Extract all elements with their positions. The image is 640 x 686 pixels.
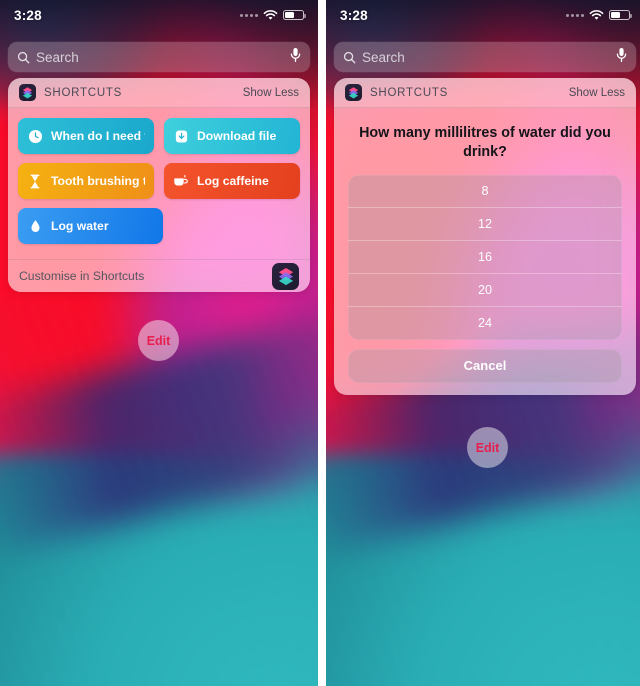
- shortcuts-app-icon: [345, 84, 362, 101]
- tile-row: Tooth brushing ti... Log caffeine: [18, 163, 300, 199]
- clock-icon: [27, 128, 43, 144]
- microphone-icon[interactable]: [290, 47, 301, 68]
- cancel-button[interactable]: Cancel: [348, 348, 622, 383]
- show-less-button[interactable]: Show Less: [569, 87, 625, 99]
- shortcuts-widget: SHORTCUTS Show Less When do I need t..: [8, 78, 310, 292]
- microphone-icon[interactable]: [616, 47, 627, 68]
- widget-footer[interactable]: Customise in Shortcuts: [8, 259, 310, 292]
- tile-label: When do I need t...: [51, 129, 145, 143]
- status-bar: 3:28: [326, 0, 640, 30]
- signal-dots-icon: [566, 13, 584, 17]
- ask-options-list: 8 12 16 20 24: [348, 174, 622, 340]
- panel-divider: [318, 0, 322, 686]
- ask-dialog-body: How many millilitres of water did you dr…: [334, 108, 636, 395]
- shortcut-tile-download-file[interactable]: Download file: [164, 118, 300, 154]
- status-clock: 3:28: [340, 7, 368, 23]
- search-input[interactable]: Search: [36, 50, 290, 65]
- edit-button[interactable]: Edit: [467, 427, 508, 468]
- status-clock: 3:28: [14, 7, 42, 23]
- phone-screen-left: 3:28 Search SHORTCUTS Show Less When do …: [0, 0, 318, 686]
- shortcut-tile-tooth-brushing[interactable]: Tooth brushing ti...: [18, 163, 154, 199]
- widget-header: SHORTCUTS Show Less: [8, 78, 310, 108]
- battery-icon: [609, 9, 632, 21]
- search-bar[interactable]: Search: [8, 42, 310, 72]
- screenshot-root: 3:28 Search SHORTCUTS Show Less When do …: [0, 0, 640, 686]
- shortcuts-app-icon: [19, 84, 36, 101]
- shortcut-tile-log-caffeine[interactable]: Log caffeine: [164, 163, 300, 199]
- ask-question-text: How many millilitres of water did you dr…: [359, 125, 611, 160]
- ask-option-item[interactable]: 8: [348, 175, 622, 208]
- shortcuts-widget-ask-dialog: SHORTCUTS Show Less How many millilitres…: [334, 78, 636, 395]
- wifi-icon: [589, 9, 604, 20]
- search-icon: [343, 51, 356, 64]
- water-drop-icon: [27, 218, 43, 234]
- shortcut-tile-when-do-i-need[interactable]: When do I need t...: [18, 118, 154, 154]
- widget-header: SHORTCUTS Show Less: [334, 78, 636, 108]
- hourglass-icon: [27, 173, 43, 189]
- status-bar: 3:28: [0, 0, 318, 30]
- widget-title: SHORTCUTS: [370, 86, 449, 99]
- widget-title: SHORTCUTS: [44, 86, 123, 99]
- ask-option-item[interactable]: 12: [348, 208, 622, 241]
- signal-dots-icon: [240, 13, 258, 17]
- widget-body: When do I need t... Download file: [8, 108, 310, 255]
- wifi-icon: [263, 9, 278, 20]
- edit-button[interactable]: Edit: [138, 320, 179, 361]
- ask-option-item[interactable]: 24: [348, 307, 622, 340]
- search-icon: [17, 51, 30, 64]
- tile-label: Log water: [51, 219, 109, 233]
- tile-row: Log water: [18, 208, 300, 244]
- ask-option-item[interactable]: 20: [348, 274, 622, 307]
- download-icon: [173, 128, 189, 144]
- search-bar[interactable]: Search: [334, 42, 636, 72]
- ask-option-item[interactable]: 16: [348, 241, 622, 274]
- phone-screen-right: 3:28 Search SHORTCUTS Show Less How many…: [326, 0, 640, 686]
- customise-in-shortcuts-label: Customise in Shortcuts: [19, 269, 145, 283]
- show-less-button[interactable]: Show Less: [243, 87, 299, 99]
- tile-label: Log caffeine: [197, 174, 269, 188]
- coffee-cup-icon: [173, 173, 189, 189]
- tile-placeholder: [173, 208, 300, 244]
- tile-label: Tooth brushing ti...: [51, 174, 145, 188]
- tile-label: Download file: [197, 129, 277, 143]
- battery-icon: [283, 9, 306, 21]
- shortcuts-app-icon[interactable]: [272, 262, 299, 290]
- shortcut-tile-log-water[interactable]: Log water: [18, 208, 163, 244]
- search-input[interactable]: Search: [362, 50, 616, 65]
- tile-row: When do I need t... Download file: [18, 118, 300, 154]
